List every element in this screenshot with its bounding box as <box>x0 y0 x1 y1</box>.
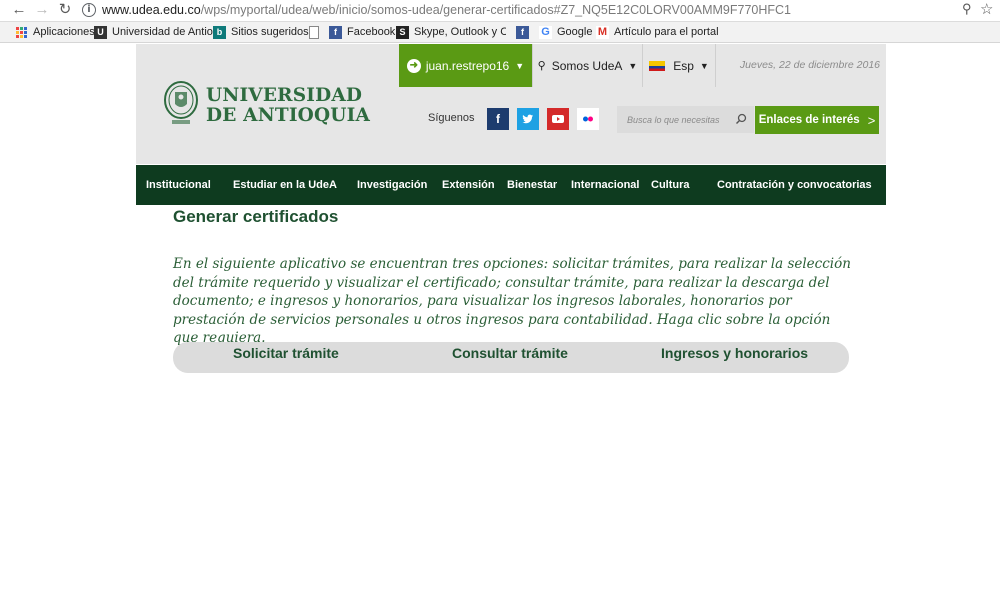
language-label: Esp <box>673 58 694 73</box>
url-text[interactable]: www.udea.edu.co/wps/myportal/udea/web/in… <box>102 2 791 18</box>
chevron-right-icon: > <box>867 112 876 128</box>
bing-favicon-icon: b <box>213 25 226 39</box>
bookmark-label: Facebook <box>347 26 396 38</box>
chevron-down-icon: ▼ <box>628 60 638 71</box>
twitter-icon[interactable] <box>517 108 539 130</box>
current-date: Jueves, 22 de diciembre 2016 <box>739 59 880 71</box>
chevron-down-icon: ▼ <box>699 60 709 71</box>
bookmark-star-icon[interactable]: ☆ <box>980 0 993 18</box>
bookmark-sitios[interactable]: b Sitios sugeridos <box>213 24 309 40</box>
address-bar[interactable]: i www.udea.edu.co/wps/myportal/udea/web/… <box>82 2 952 18</box>
user-name: juan.restrepo16 <box>425 58 510 73</box>
bookmark-label: Universidad de Antioc <box>112 26 219 38</box>
university-seal-icon <box>164 81 198 124</box>
nav-item-extension[interactable]: Extensión <box>442 165 495 205</box>
bookmark-label: Google <box>557 26 593 38</box>
page-title: Generar certificados <box>173 207 339 226</box>
nav-item-bienestar[interactable]: Bienestar <box>507 165 557 205</box>
nav-item-institucional[interactable]: Institucional <box>146 165 211 205</box>
somos-label: Somos UdeA <box>551 58 623 73</box>
url-domain: www.udea.edu.co <box>102 3 201 17</box>
page-icon <box>309 25 319 39</box>
login-arrow-icon: ➜ <box>406 58 421 73</box>
udea-logo[interactable]: UNIVERSIDAD DE ANTIOQUIA <box>163 80 370 132</box>
bookmark-label: Artículo para el portal <box>614 26 719 38</box>
consultar-tramite-option[interactable]: Consultar trámite <box>452 345 568 361</box>
search-box <box>617 106 754 133</box>
bookmark-facebook[interactable]: f Facebook <box>329 24 395 40</box>
browser-toolbar: ← → ↻ i www.udea.edu.co/wps/myportal/ude… <box>0 0 1000 22</box>
solicitar-tramite-option[interactable]: Solicitar trámite <box>233 345 339 361</box>
google-favicon-icon: G <box>539 25 552 39</box>
search-icon[interactable] <box>735 113 747 125</box>
siguenos-label: Síguenos <box>428 112 475 124</box>
bookmark-google[interactable]: G Google <box>539 24 592 40</box>
logo-text-line2: DE ANTIOQUIA <box>206 105 371 126</box>
youtube-icon[interactable] <box>547 108 569 130</box>
enlaces-label: Enlaces de interés <box>758 114 860 126</box>
url-path: /wps/myportal/udea/web/inicio/somos-udea… <box>200 3 792 17</box>
bookmark-facebook-2[interactable]: f <box>516 24 534 40</box>
bookmark-label: Aplicaciones <box>33 26 95 38</box>
info-icon[interactable]: i <box>82 3 96 17</box>
bookmark-skype[interactable]: S Skype, Outlook y Cale <box>396 24 506 40</box>
search-input[interactable] <box>617 106 727 133</box>
flickr-icon[interactable] <box>577 108 599 130</box>
nav-item-estudiar[interactable]: Estudiar en la UdeA <box>233 165 337 205</box>
bookmarks-bar: Aplicaciones U Universidad de Antioc b S… <box>0 22 1000 43</box>
gmail-favicon-icon: M <box>596 25 609 39</box>
colombia-flag-icon <box>649 60 666 71</box>
apps-grid-icon <box>16 26 27 38</box>
facebook-favicon-icon: f <box>516 25 529 39</box>
logo-text-line1: UNIVERSIDAD <box>206 85 363 106</box>
somos-udea-button[interactable]: ⚲ Somos UdeA ▼ <box>532 44 643 87</box>
nav-item-cultura[interactable]: Cultura <box>651 165 690 205</box>
nav-item-internacional[interactable]: Internacional <box>571 165 639 205</box>
pin-icon[interactable]: ⚲ <box>962 1 972 17</box>
facebook-icon[interactable]: f <box>487 108 509 130</box>
intro-paragraph: En el siguiente aplicativo se encuentran… <box>173 256 851 346</box>
main-navigation: Institucional Estudiar en la UdeA Invest… <box>136 165 886 205</box>
udea-favicon-icon: U <box>94 25 107 39</box>
bookmark-udea[interactable]: U Universidad de Antioc <box>94 24 218 40</box>
enlaces-de-interes-button[interactable]: Enlaces de interés > <box>755 106 879 134</box>
back-arrow-icon[interactable]: ← <box>10 1 28 19</box>
nav-item-contratacion[interactable]: Contratación y convocatorias <box>717 165 872 205</box>
user-menu-button[interactable]: ➜ juan.restrepo16 ▼ <box>399 44 532 87</box>
language-selector[interactable]: Esp ▼ <box>643 44 716 87</box>
ingresos-honorarios-option[interactable]: Ingresos y honorarios <box>661 345 808 361</box>
bookmark-apps[interactable]: Aplicaciones <box>16 24 95 40</box>
bookmark-label: Skype, Outlook y Cale <box>414 26 506 38</box>
person-icon: ⚲ <box>537 60 546 72</box>
forward-arrow-icon[interactable]: → <box>33 1 51 19</box>
reload-icon[interactable]: ↻ <box>56 1 74 19</box>
bookmark-articulo[interactable]: M Artículo para el portal <box>596 24 722 40</box>
bookmark-blank[interactable] <box>309 24 324 40</box>
outlook-favicon-icon: S <box>396 25 409 39</box>
facebook-favicon-icon: f <box>329 25 342 39</box>
nav-item-investigacion[interactable]: Investigación <box>357 165 427 205</box>
chevron-down-icon: ▼ <box>515 60 525 71</box>
bookmark-label: Sitios sugeridos <box>231 26 309 38</box>
